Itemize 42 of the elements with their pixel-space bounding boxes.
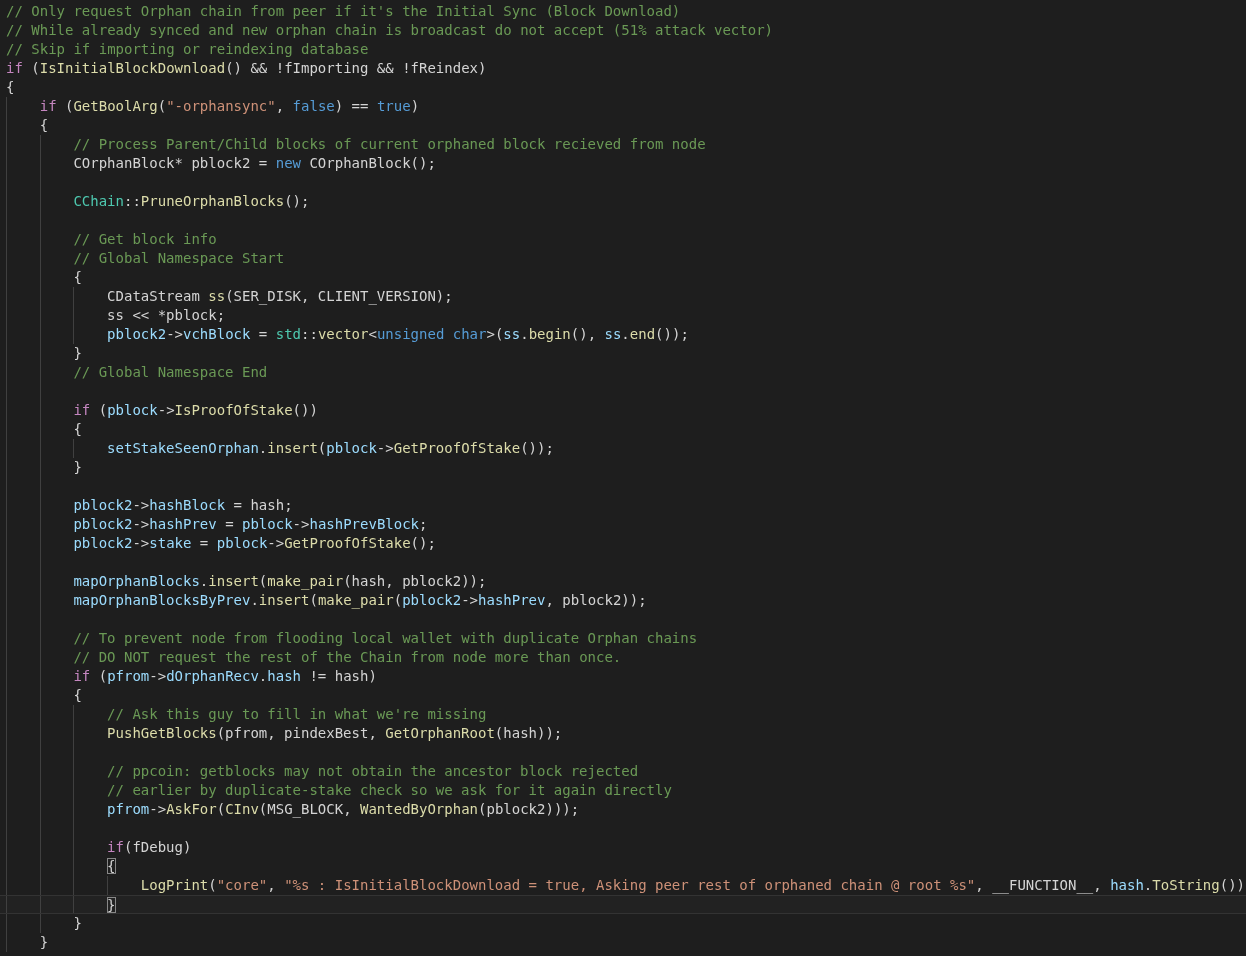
code-comment: // Global Namespace Start xyxy=(73,249,285,268)
code-line: } xyxy=(73,914,82,933)
code-line: } xyxy=(73,458,82,477)
code-comment: // earlier by duplicate-stake check so we ask for it again directly xyxy=(107,781,672,800)
code-line: } xyxy=(73,344,82,363)
code-comment: // ppcoin: getblocks may not obtain the ancestor block rejected xyxy=(107,762,639,781)
code-line: { xyxy=(6,78,15,97)
code-line: { xyxy=(39,116,49,135)
code-comment: // To prevent node from flooding local wallet with duplicate Orphan chains xyxy=(73,629,698,648)
code-line: setStakeSeenOrphan.insert(pblock->GetProofOfStake()); xyxy=(107,439,554,458)
code-comment: // DO NOT request the rest of the Chain from node more than once. xyxy=(73,648,622,667)
code-line: } xyxy=(39,933,49,952)
code-line: if(fDebug) xyxy=(107,838,192,857)
code-line: pblock2->vchBlock = std::vector<unsigned char>(ss.begin(), ss.end()); xyxy=(107,325,689,344)
code-comment: // Process Parent/Child blocks of current orphaned block recieved from node xyxy=(73,135,706,154)
code-line: COrphanBlock* pblock2 = new COrphanBlock(); xyxy=(73,154,436,173)
code-line: } xyxy=(107,896,116,913)
code-line: { xyxy=(107,857,116,876)
code-comment: // Get block info xyxy=(73,230,217,249)
code-line: LogPrint("core", "%s : IsInitialBlockDownload = true, Asking peer rest of orphaned chain @ root %s", __FUNCTION__, hash.ToString()) xyxy=(140,876,1246,895)
code-line: ss << *pblock; xyxy=(107,306,226,325)
code-line: if (pfrom->dOrphanRecv.hash != hash) xyxy=(73,667,377,686)
code-comment: // Ask this guy to fill in what we're missing xyxy=(107,705,487,724)
code-line: CDataStream ss(SER_DISK, CLIENT_VERSION); xyxy=(107,287,453,306)
code-line: pfrom->AskFor(CInv(MSG_BLOCK, WantedByOrphan(pblock2))); xyxy=(107,800,580,819)
code-line: if (pblock->IsProofOfStake()) xyxy=(73,401,318,420)
code-line: if (IsInitialBlockDownload() && !fImporting && !fReindex) xyxy=(6,59,487,78)
code-line: { xyxy=(73,420,82,439)
code-comment: // Skip if importing or reindexing database xyxy=(6,40,369,59)
code-line: { xyxy=(73,686,82,705)
code-line: pblock2->stake = pblock->GetProofOfStake(); xyxy=(73,534,436,553)
code-comment: // Global Namespace End xyxy=(73,363,268,382)
code-comment: // While already synced and new orphan chain is broadcast do not accept (51% attack vector) xyxy=(6,21,773,40)
code-line: PushGetBlocks(pfrom, pindexBest, GetOrphanRoot(hash)); xyxy=(107,724,563,743)
code-line: pblock2->hashPrev = pblock->hashPrevBlock; xyxy=(73,515,428,534)
code-comment: // Only request Orphan chain from peer if it's the Initial Sync (Block Download) xyxy=(6,2,681,21)
code-line: mapOrphanBlocks.insert(make_pair(hash, pblock2)); xyxy=(73,572,487,591)
code-line: mapOrphanBlocksByPrev.insert(make_pair(pblock2->hashPrev, pblock2)); xyxy=(73,591,647,610)
code-line: pblock2->hashBlock = hash; xyxy=(73,496,293,515)
code-line: if (GetBoolArg("-orphansync", false) == true) xyxy=(39,97,420,116)
code-line: CChain::PruneOrphanBlocks(); xyxy=(73,192,310,211)
code-line: { xyxy=(73,268,82,287)
